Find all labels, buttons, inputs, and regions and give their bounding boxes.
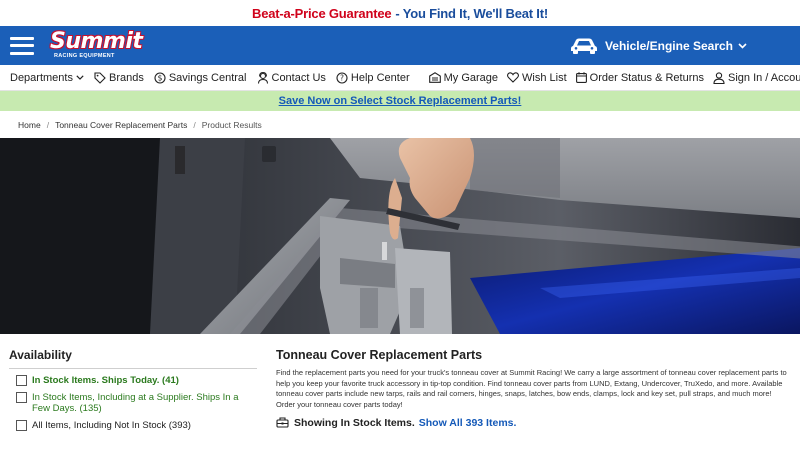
nav-help-center[interactable]: ? Help Center	[336, 72, 410, 84]
promo-banner-green: Save Now on Select Stock Replacement Par…	[0, 91, 800, 111]
menu-icon[interactable]	[10, 36, 34, 55]
filter-option-label: In Stock Items, Including at a Supplier.…	[32, 392, 239, 414]
user-icon	[713, 71, 725, 84]
filter-option-label: All Items, Including Not In Stock (393)	[32, 420, 191, 431]
nav-order-status-label: Order Status & Returns	[589, 71, 704, 84]
show-all-items-link[interactable]: Show All 393 Items.	[419, 417, 517, 429]
checkbox[interactable]	[16, 375, 27, 386]
headset-icon	[257, 71, 268, 84]
nav-wishlist-label: Wish List	[522, 71, 567, 84]
nav-my-garage[interactable]: My Garage	[428, 71, 499, 84]
hero-photo-tonneau-hardware	[0, 138, 800, 334]
nav-garage-label: My Garage	[443, 71, 499, 84]
nav-help-label: Help Center	[350, 71, 410, 84]
hero-banner-image	[0, 138, 800, 334]
breadcrumb: Home / Tonneau Cover Replacement Parts /…	[0, 111, 800, 138]
promo-banner-top[interactable]: Beat-a-Price Guarantee - You Find It, We…	[0, 0, 800, 26]
calendar-icon	[575, 72, 587, 83]
breadcrumb-separator: /	[46, 119, 50, 130]
availability-title: Availability	[9, 348, 257, 369]
nav-wish-list[interactable]: Wish List	[507, 72, 567, 84]
nav-sign-in-label: Sign In / Account	[728, 71, 800, 84]
nav-brands[interactable]: Brands	[94, 72, 144, 84]
help-icon: ?	[336, 71, 348, 84]
checkbox[interactable]	[16, 420, 27, 431]
svg-text:?: ?	[340, 73, 344, 82]
site-header: Summit RACING EQUIPMENT Vehicle/Engine S…	[0, 26, 800, 65]
checkbox[interactable]	[16, 392, 27, 403]
car-icon	[570, 38, 597, 54]
save-now-link[interactable]: Save Now on Select Stock Replacement Par…	[279, 95, 522, 107]
breadcrumb-current: Product Results	[201, 119, 262, 130]
chevron-down-icon	[738, 42, 747, 49]
availability-filter: Availability In Stock Items. Ships Today…	[9, 348, 257, 431]
nav-brands-label: Brands	[108, 71, 144, 84]
dollar-icon: $	[154, 71, 166, 84]
category-content: Tonneau Cover Replacement Parts Find the…	[276, 348, 788, 431]
showing-in-stock-text: Showing In Stock Items.	[294, 417, 415, 429]
nav-sign-in[interactable]: Sign In / Account	[713, 72, 800, 84]
summit-logo[interactable]: Summit RACING EQUIPMENT	[50, 29, 143, 60]
chevron-down-icon	[76, 75, 84, 80]
vehicle-search-label: Vehicle/Engine Search	[604, 38, 733, 53]
nav-savings-label: Savings Central	[168, 71, 247, 84]
nav-departments[interactable]: Departments	[10, 72, 84, 84]
logo-subtitle: RACING EQUIPMENT	[54, 53, 115, 59]
stock-filter-status: Showing In Stock Items. Show All 393 Ite…	[276, 417, 788, 429]
truck-icon	[276, 417, 289, 428]
nav-order-status[interactable]: Order Status & Returns	[575, 71, 704, 84]
garage-icon	[428, 72, 441, 83]
heart-icon	[507, 72, 520, 83]
promo-tagline-text: - You Find It, We'll Beat It!	[395, 5, 548, 21]
logo-wordmark: Summit	[50, 29, 143, 54]
filter-option-label: In Stock Items. Ships Today. (41)	[32, 375, 179, 386]
nav-savings-central[interactable]: $ Savings Central	[154, 72, 247, 84]
nav-contact-us[interactable]: Contact Us	[257, 71, 326, 84]
breadcrumb-separator: /	[193, 119, 196, 130]
filter-in-stock-supplier[interactable]: In Stock Items, Including at a Supplier.…	[16, 392, 257, 414]
nav-departments-label: Departments	[10, 71, 73, 84]
svg-text:$: $	[157, 73, 162, 82]
page-title: Tonneau Cover Replacement Parts	[276, 348, 483, 362]
filter-all-items[interactable]: All Items, Including Not In Stock (393)	[16, 420, 257, 431]
filter-in-stock-ships-today[interactable]: In Stock Items. Ships Today. (41)	[16, 375, 257, 386]
nav-contact-label: Contact Us	[271, 71, 326, 84]
vehicle-engine-search-button[interactable]: Vehicle/Engine Search	[570, 26, 754, 65]
category-description: Find the replacement parts you need for …	[276, 368, 787, 409]
breadcrumb-category[interactable]: Tonneau Cover Replacement Parts	[55, 120, 187, 130]
tag-icon	[94, 71, 106, 84]
breadcrumb-home[interactable]: Home	[18, 120, 41, 130]
utility-nav: Departments Brands $ Savings Central Con…	[0, 65, 800, 91]
promo-guarantee-text: Beat-a-Price Guarantee	[252, 5, 392, 21]
